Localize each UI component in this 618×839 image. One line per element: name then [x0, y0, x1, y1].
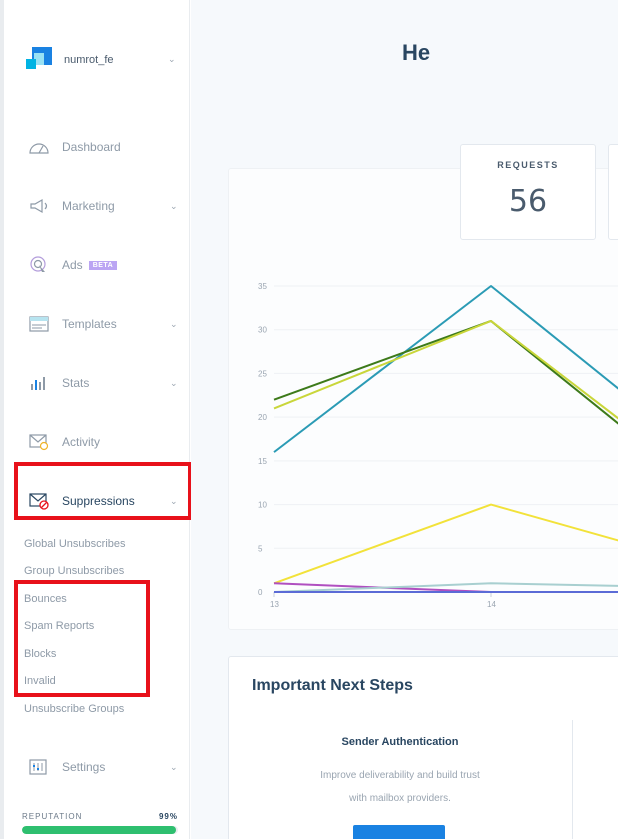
- template-icon: [26, 313, 52, 335]
- next-steps-title: Important Next Steps: [252, 677, 413, 694]
- sub-group-unsubscribes[interactable]: Group Unsubscribes: [24, 565, 124, 577]
- nav-templates[interactable]: Templates ⌄: [26, 309, 186, 339]
- reputation-value: 99%: [158, 812, 178, 821]
- reputation-meter: REPUTATION 99%: [22, 812, 178, 834]
- y-tick-label: 10: [258, 501, 267, 510]
- y-tick-label: 5: [258, 544, 263, 553]
- y-tick-label: 20: [258, 413, 267, 422]
- chevron-down-icon: ⌄: [170, 762, 178, 772]
- y-tick-label: 30: [258, 326, 267, 335]
- settings-sliders-icon: [26, 756, 52, 778]
- gauge-icon: [26, 136, 52, 158]
- chevron-down-icon: ⌄: [170, 378, 178, 388]
- sub-unsubscribe-groups[interactable]: Unsubscribe Groups: [24, 703, 124, 715]
- target-cursor-icon: [26, 254, 52, 276]
- activity-mail-icon: [26, 431, 52, 453]
- stat-card-requests[interactable]: REQUESTS 56: [460, 144, 596, 240]
- chevron-down-icon: ⌄: [170, 319, 178, 329]
- y-tick-label: 0: [258, 588, 263, 597]
- nav-marketing-label: Marketing: [62, 199, 115, 213]
- x-tick-label: 13: [270, 600, 279, 609]
- card-title: Sender Authentication: [341, 736, 459, 748]
- y-tick-label: 35: [258, 282, 267, 291]
- chevron-down-icon: ⌄: [168, 54, 176, 64]
- stat-card-next[interactable]: [608, 144, 618, 240]
- highlight-box-sub-items: [14, 580, 150, 697]
- stat-value: 56: [508, 184, 548, 219]
- nav-activity-label: Activity: [62, 435, 101, 449]
- y-tick-label: 15: [258, 457, 267, 466]
- sub-global-unsubscribes[interactable]: Global Unsubscribes: [24, 538, 126, 550]
- nav-stats-label: Stats: [62, 376, 90, 390]
- x-tick-label: 14: [487, 600, 496, 609]
- nav-dashboard[interactable]: Dashboard: [26, 132, 186, 162]
- megaphone-icon: [26, 195, 52, 217]
- account-switcher[interactable]: numrot_fe ⌄: [26, 47, 186, 73]
- requests-line-chart: 0 5 10 15 20 25 30 35 13 14: [258, 282, 618, 609]
- nav-dashboard-label: Dashboard: [62, 140, 121, 154]
- nav-templates-label: Templates: [62, 317, 117, 331]
- series-line-3: [273, 503, 618, 585]
- nav-marketing[interactable]: Marketing ⌄: [26, 191, 186, 221]
- beta-badge: BETA: [88, 260, 118, 270]
- sendgrid-logo-icon: [26, 47, 52, 73]
- card-divider: [572, 720, 573, 839]
- nav-ads-label: Ads: [62, 258, 83, 272]
- sender-auth-button[interactable]: [353, 825, 445, 839]
- nav-settings-label: Settings: [62, 760, 106, 774]
- nav-activity[interactable]: Activity: [26, 427, 186, 457]
- nav-settings[interactable]: Settings ⌄: [26, 752, 186, 782]
- card-description: Improve deliverability and build trust w…: [320, 770, 480, 804]
- account-name: numrot_fe: [64, 54, 114, 66]
- highlight-box-suppressions: [14, 462, 192, 520]
- chevron-down-icon: ⌄: [170, 201, 178, 211]
- nav-ads[interactable]: Ads BETA: [26, 250, 186, 280]
- reputation-bar: [22, 826, 178, 834]
- bar-chart-icon: [26, 372, 52, 394]
- nav-stats[interactable]: Stats ⌄: [26, 368, 186, 398]
- reputation-bar-fill: [22, 826, 177, 834]
- page-title: He: [402, 40, 431, 65]
- reputation-label: REPUTATION: [22, 812, 83, 821]
- stat-label: REQUESTS: [497, 160, 559, 170]
- y-tick-label: 25: [258, 369, 267, 378]
